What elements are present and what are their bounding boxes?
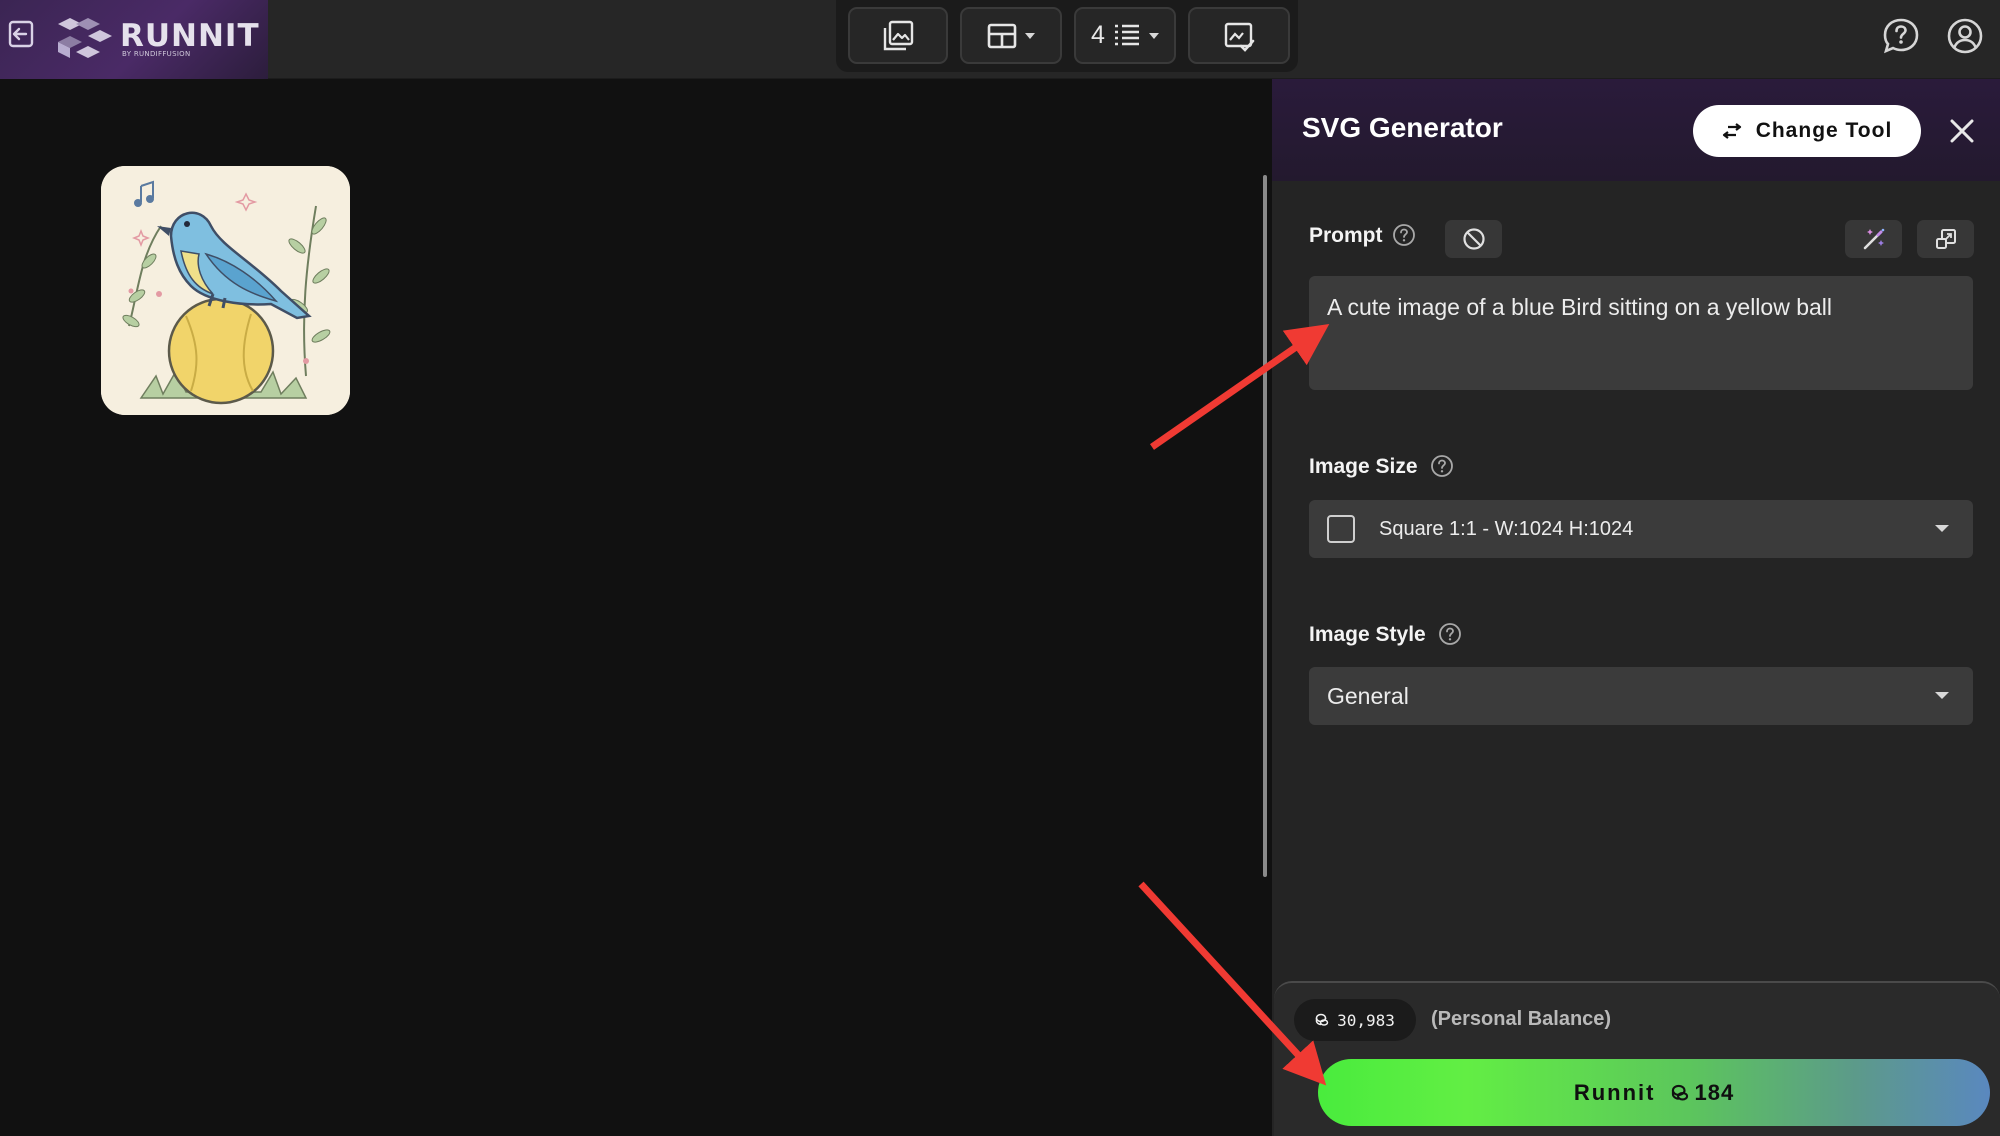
account-icon[interactable] — [1946, 17, 1984, 55]
change-tool-button[interactable]: Change Tool — [1693, 105, 1921, 157]
panel-title: SVG Generator — [1302, 112, 1503, 143]
image-size-select[interactable]: Square 1:1 - W:1024 H:1024 — [1309, 500, 1973, 558]
help-icon[interactable] — [1882, 17, 1920, 55]
image-size-label: Image Size — [1309, 455, 1418, 478]
image-style-select[interactable]: General — [1309, 667, 1973, 725]
image-style-help-icon[interactable] — [1438, 622, 1462, 646]
runnit-label: Runnit — [1573, 1079, 1656, 1105]
brand-name: RUNNIT — [120, 18, 260, 54]
image-review-button[interactable] — [1188, 7, 1290, 64]
output-count: 4 — [1091, 21, 1105, 49]
chevron-down-icon — [1935, 692, 1949, 699]
balance-badge: 30,983 — [1294, 999, 1416, 1041]
image-size-value: Square 1:1 - W:1024 H:1024 — [1379, 517, 1634, 540]
blue-bird-image — [101, 166, 350, 415]
brand-area: RUNNIT BY RUNDIFFUSION — [0, 0, 268, 79]
image-style-value: General — [1327, 682, 1409, 709]
balance-label: (Personal Balance) — [1431, 1008, 1612, 1030]
enhance-prompt-button[interactable] — [1845, 220, 1902, 258]
gallery-icon — [883, 20, 914, 50]
close-icon[interactable] — [1948, 117, 1976, 145]
credit-coin-icon — [1315, 1013, 1329, 1026]
exit-icon[interactable] — [6, 18, 38, 50]
panel-header: SVG Generator Change Tool — [1272, 79, 2000, 181]
top-bar: RUNNIT BY RUNDIFFUSION 4 — [0, 0, 2000, 79]
magic-wand-icon — [1863, 228, 1884, 250]
runnit-button[interactable]: Runnit 184 — [1318, 1059, 1990, 1126]
run-cost-value: 184 — [1694, 1079, 1735, 1105]
image-size-help-icon[interactable] — [1430, 454, 1454, 478]
chevron-down-icon — [1148, 32, 1159, 39]
balance-value: 30,983 — [1337, 1010, 1395, 1030]
prompt-label: Prompt — [1309, 224, 1383, 247]
credit-coin-icon — [1672, 1084, 1689, 1100]
run-footer: 30,983 (Personal Balance) Runnit 184 — [1274, 981, 2000, 1136]
run-cost: 184 — [1671, 1080, 1734, 1106]
prompt-input[interactable]: A cute image of a blue Bird sitting on a… — [1309, 276, 1973, 390]
expand-icon — [1935, 229, 1956, 249]
clear-icon — [1462, 228, 1485, 250]
chevron-down-icon — [1025, 32, 1035, 39]
view-toolbar: 4 — [836, 0, 1298, 72]
image-style-label: Image Style — [1309, 623, 1426, 646]
tool-panel: SVG Generator Change Tool Prompt A cute … — [1272, 79, 2000, 1136]
chevron-down-icon — [1935, 525, 1949, 532]
square-ratio-icon — [1327, 515, 1355, 543]
image-check-icon — [1224, 22, 1255, 52]
expand-prompt-button[interactable] — [1917, 220, 1974, 258]
gallery-button[interactable] — [848, 7, 948, 64]
swap-icon — [1722, 123, 1741, 139]
prompt-help-icon[interactable] — [1392, 223, 1416, 247]
output-count-button[interactable]: 4 — [1074, 7, 1176, 64]
generated-image-thumbnail[interactable] — [101, 166, 350, 415]
layout-button[interactable] — [960, 7, 1062, 64]
brand-tagline: BY RUNDIFFUSION — [122, 50, 191, 58]
panel-resize-handle[interactable] — [1263, 175, 1267, 877]
canvas-area — [0, 79, 1267, 1136]
change-tool-label: Change Tool — [1755, 119, 1893, 142]
layout-grid-icon — [987, 23, 1017, 48]
runnit-logo-icon — [58, 18, 112, 58]
list-icon — [1114, 24, 1139, 45]
clear-prompt-button[interactable] — [1445, 220, 1502, 258]
